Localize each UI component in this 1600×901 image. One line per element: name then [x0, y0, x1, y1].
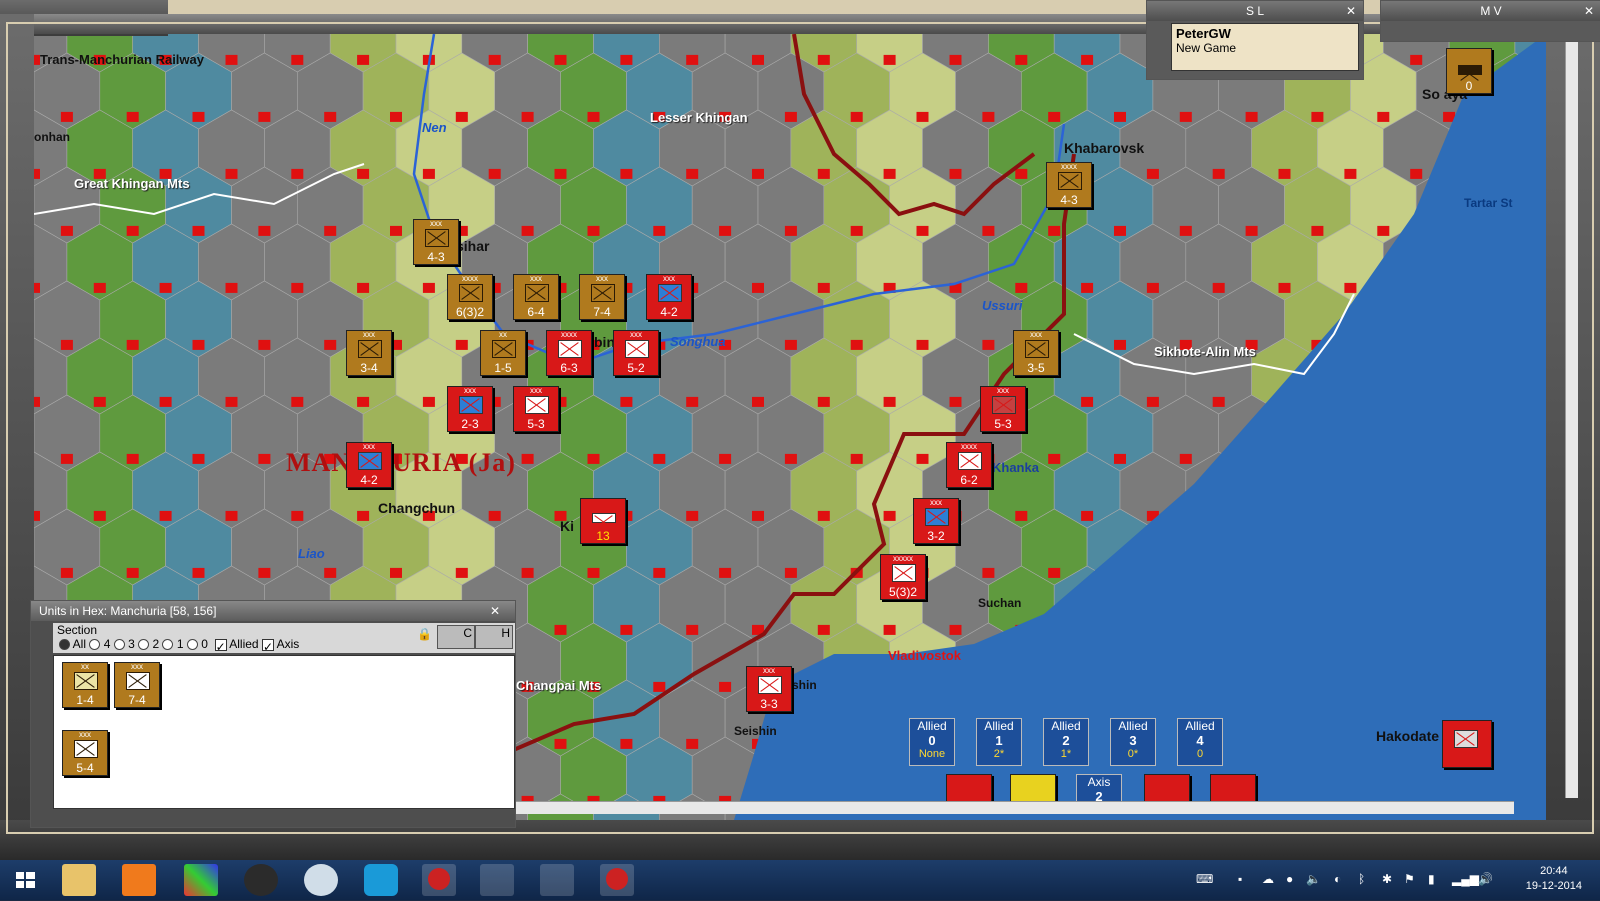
battery-icon[interactable]: ▮	[1428, 872, 1435, 886]
wif-game-icon[interactable]	[422, 864, 456, 896]
player-name: PeterGW	[1176, 26, 1231, 41]
units-panel-title: Units in Hex: Manchuria [58, 156]	[31, 601, 515, 621]
color-app-icon[interactable]	[184, 864, 218, 896]
tray-icon[interactable]: ✱	[1382, 872, 1392, 886]
bluetooth-icon[interactable]: ᛒ	[1358, 872, 1365, 886]
clock[interactable]: 20:44 19-12-2014	[1526, 864, 1582, 894]
network-icon[interactable]: ▂▄▆	[1452, 872, 1479, 886]
cloud-icon[interactable]: ☁	[1262, 872, 1274, 886]
game-window: Trans-Manchurian Railway onhan Great Khi…	[0, 0, 1600, 860]
radio-4-label: 4	[103, 637, 111, 651]
tray-icon[interactable]: ◐	[1334, 872, 1341, 886]
radio-0-label: 0	[201, 637, 208, 651]
close-icon[interactable]: ✕	[1343, 4, 1359, 18]
infantry-icon	[126, 672, 150, 690]
units-in-hex-panel: Units in Hex: Manchuria [58, 156] ✕ Sect…	[30, 600, 516, 828]
messenger-icon[interactable]	[304, 864, 338, 896]
infantry-icon	[74, 740, 98, 758]
corps-filter-button[interactable]: C	[437, 625, 475, 649]
section-filter: Section All 4 3 2 1 0 ✓ Allied ✓ Axis 🔒 …	[53, 623, 515, 654]
taskbar: ⌨ ▪ ☁ ● 🔈 ◐ ᛒ ✱ ⚑ ▮ ▂▄▆ 🔊 20:44 19-12-20…	[0, 860, 1600, 900]
allied-label: Allied	[229, 637, 259, 651]
radio-0[interactable]	[186, 639, 198, 651]
wif-logo-icon	[428, 868, 450, 890]
close-icon[interactable]: ✕	[1581, 4, 1597, 18]
map-vertical-scrollbar[interactable]	[1565, 38, 1578, 798]
radio-1-label: 1	[176, 637, 184, 651]
corps-filter-label: C	[463, 626, 472, 640]
axis-checkbox[interactable]: ✓	[261, 638, 274, 654]
windows-start-icon[interactable]	[8, 864, 42, 896]
sl-panel-title: S L	[1147, 1, 1363, 21]
clock-time: 20:44	[1540, 865, 1568, 877]
flag-icon[interactable]: ⚑	[1404, 872, 1415, 886]
game-status: New Game	[1176, 41, 1237, 55]
close-icon[interactable]: ✕	[487, 604, 503, 618]
mv-panel-title: M V	[1381, 1, 1600, 21]
tray-icon[interactable]: ●	[1286, 872, 1293, 886]
mv-panel: M V ✕	[1380, 0, 1600, 42]
section-label: Section	[57, 623, 98, 637]
radio-all-label: All	[72, 637, 87, 651]
tray-app-icon[interactable]: ▪	[1238, 872, 1242, 886]
radio-3-label: 3	[128, 637, 135, 651]
lock-icon[interactable]: 🔒	[417, 627, 432, 645]
unit-strength: 1-4	[76, 693, 94, 707]
volume-icon[interactable]: 🔊	[1478, 872, 1493, 886]
axis-label: Axis	[276, 637, 300, 651]
unit-counter[interactable]: xx 1-4	[62, 662, 108, 708]
hq-filter-label: H	[501, 626, 510, 640]
radio-2[interactable]	[138, 639, 150, 651]
radio-1[interactable]	[162, 639, 174, 651]
bird-app-icon[interactable]	[480, 864, 514, 896]
unit-counter[interactable]: xxx 7-4	[114, 662, 160, 708]
hq-filter-button[interactable]: H	[475, 625, 513, 649]
browser-icon[interactable]	[244, 864, 278, 896]
media-player-icon[interactable]	[122, 864, 156, 896]
file-explorer-icon[interactable]	[62, 864, 96, 896]
unit-strength: 5-4	[76, 761, 94, 775]
unit-strength: 7-4	[128, 693, 146, 707]
speaker-mute-icon[interactable]: 🔈	[1306, 872, 1321, 886]
radio-all[interactable]	[59, 639, 70, 651]
radio-4[interactable]	[89, 639, 101, 651]
windows-logo-icon	[16, 872, 35, 888]
clock-date: 19-12-2014	[1525, 880, 1582, 892]
editor-app-icon[interactable]	[540, 864, 574, 896]
radio-3[interactable]	[113, 639, 125, 651]
sl-panel: S L ✕ PeterGW New Game	[1146, 0, 1364, 80]
wif-game-icon-2[interactable]	[600, 864, 634, 896]
infantry-icon	[74, 672, 98, 690]
unit-size: xx	[81, 662, 89, 671]
unit-size: xxx	[79, 730, 91, 739]
sl-panel-body: PeterGW New Game	[1171, 23, 1359, 71]
wif-logo-icon	[606, 868, 628, 890]
unit-counter[interactable]: xxx 5-4	[62, 730, 108, 776]
keyboard-icon[interactable]: ⌨	[1196, 872, 1213, 886]
radio-2-label: 2	[152, 637, 160, 651]
units-list[interactable]: xx 1-4 xxx 7-4 xxx 5-4	[53, 655, 515, 809]
skype-icon[interactable]	[364, 864, 398, 896]
allied-checkbox[interactable]: ✓	[214, 638, 227, 654]
radio-group: All 4 3 2 1 0 ✓ Allied ✓ Axis	[59, 637, 300, 654]
unit-size: xxx	[131, 662, 143, 671]
